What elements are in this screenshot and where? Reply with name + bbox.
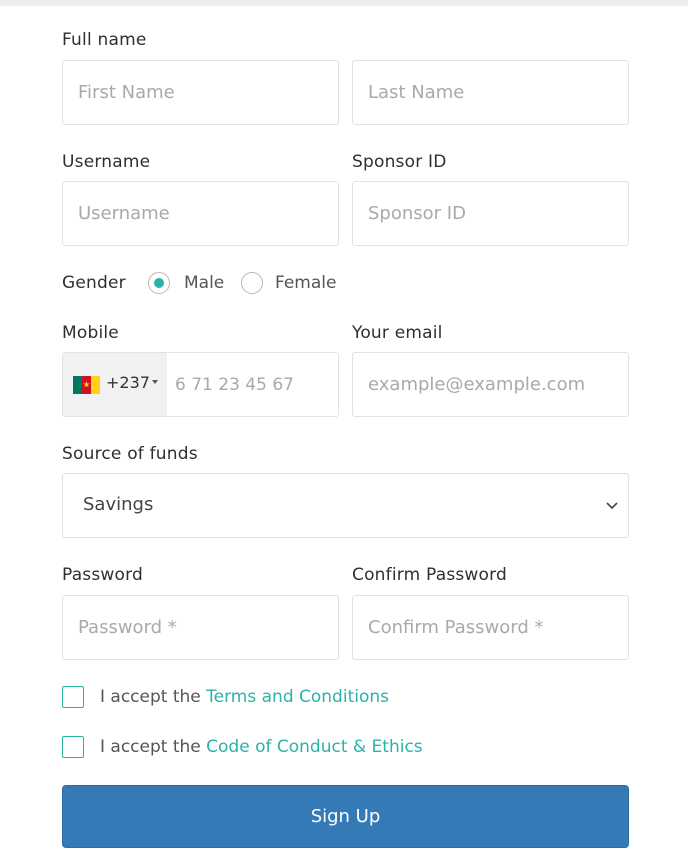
terms-link[interactable]: Terms and Conditions xyxy=(206,687,389,707)
password-label: Password xyxy=(62,565,144,585)
source-of-funds-select[interactable]: Savings xyxy=(62,473,629,538)
sponsor-id-input[interactable] xyxy=(352,181,629,246)
source-of-funds-label: Source of funds xyxy=(62,444,198,464)
confirm-password-label: Confirm Password xyxy=(352,565,508,585)
conduct-prefix: I accept the xyxy=(100,737,201,757)
gender-female-label[interactable]: Female xyxy=(275,273,336,293)
conduct-text: I accept the Code of Conduct & Ethics xyxy=(100,737,423,757)
confirm-password-input[interactable] xyxy=(352,595,629,660)
email-input[interactable] xyxy=(352,352,629,417)
source-of-funds-value: Savings xyxy=(83,494,154,515)
terms-prefix: I accept the xyxy=(100,687,201,707)
last-name-input[interactable] xyxy=(352,60,629,125)
top-border xyxy=(0,0,688,6)
gender-male-radio[interactable] xyxy=(148,272,170,294)
username-input[interactable] xyxy=(62,181,339,246)
gender-male-label[interactable]: Male xyxy=(184,273,224,293)
password-input[interactable] xyxy=(62,595,339,660)
conduct-checkbox[interactable] xyxy=(62,736,84,758)
dial-code: +237 xyxy=(106,373,150,392)
gender-female-radio[interactable] xyxy=(241,272,263,294)
cameroon-flag-icon xyxy=(73,376,100,394)
gender-label: Gender xyxy=(62,273,126,293)
sponsor-id-label: Sponsor ID xyxy=(352,152,447,172)
country-code-selector[interactable]: +237 xyxy=(63,353,167,416)
username-label: Username xyxy=(62,152,151,172)
chevron-down-icon xyxy=(606,502,618,510)
terms-text: I accept the Terms and Conditions xyxy=(100,687,389,707)
sign-up-button[interactable]: Sign Up xyxy=(62,785,629,848)
full-name-label: Full name xyxy=(62,30,147,50)
terms-checkbox[interactable] xyxy=(62,686,84,708)
mobile-field: +237 xyxy=(62,352,339,417)
conduct-link[interactable]: Code of Conduct & Ethics xyxy=(206,737,423,757)
first-name-input[interactable] xyxy=(62,60,339,125)
caret-down-icon xyxy=(152,380,158,384)
mobile-input[interactable] xyxy=(167,353,338,416)
mobile-label: Mobile xyxy=(62,323,119,343)
email-label: Your email xyxy=(352,323,443,343)
